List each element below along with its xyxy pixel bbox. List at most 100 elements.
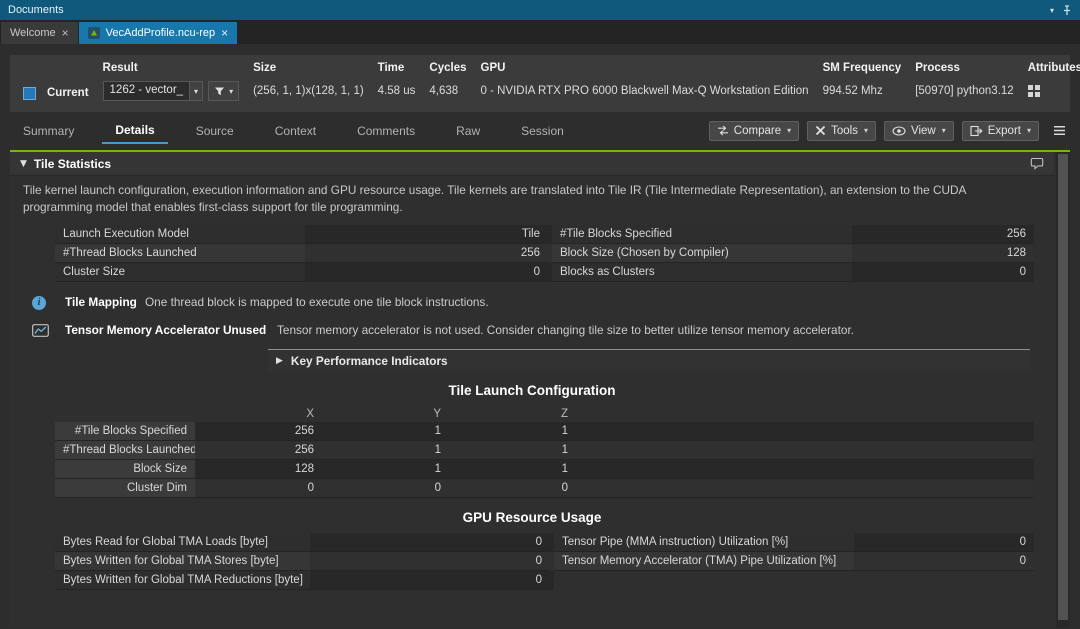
info-icon: i: [32, 296, 46, 310]
column-header-y: Y: [322, 406, 449, 422]
chevron-down-icon: ▾: [864, 126, 868, 135]
cell-y: 1: [322, 441, 449, 460]
scrollbar-thumb[interactable]: [1058, 154, 1068, 620]
resource-label: Bytes Written for Global TMA Reductions …: [55, 571, 310, 590]
tab-context[interactable]: Context: [262, 118, 329, 143]
table-row: #Tile Blocks Specified 256 1 1: [55, 422, 1034, 441]
result-select[interactable]: 1262 - vector_ ▾: [103, 81, 204, 101]
close-icon[interactable]: ×: [221, 27, 228, 39]
cycles-value: 4,638: [429, 81, 466, 101]
cell-x: 128: [195, 460, 322, 479]
table-row: Bytes Read for Global TMA Loads [byte] 0…: [55, 533, 1034, 552]
cell-y: 1: [322, 460, 449, 479]
row-label: Cluster Dim: [55, 479, 195, 498]
tab-source[interactable]: Source: [183, 118, 247, 143]
process-value: [50970] python3.12: [915, 81, 1013, 101]
gpu-label: GPU: [481, 62, 809, 74]
tile-statistics-description: Tile kernel launch configuration, execut…: [10, 176, 1054, 219]
close-icon[interactable]: ×: [62, 27, 69, 39]
time-label: Time: [378, 62, 416, 74]
documents-titlebar: Documents ▾: [0, 0, 1080, 20]
tab-comments[interactable]: Comments: [344, 118, 428, 143]
tab-summary[interactable]: Summary: [10, 118, 87, 143]
resource-value: 0: [310, 552, 550, 571]
column-header-x: X: [195, 406, 322, 422]
attributes-grid-icon[interactable]: [1028, 85, 1040, 97]
result-filter-button[interactable]: ▾: [208, 81, 239, 101]
table-row: #Thread Blocks Launched 256 1 1: [55, 441, 1034, 460]
row-label: Block Size: [55, 460, 195, 479]
tile-statistics-title: Tile Statistics: [34, 157, 111, 171]
current-result-column: Current: [23, 62, 89, 103]
view-label: View: [911, 125, 936, 137]
compare-button[interactable]: Compare ▾: [709, 121, 799, 141]
chevron-down-icon[interactable]: ▾: [229, 87, 233, 96]
cycles-label: Cycles: [429, 62, 466, 74]
stat-value: 256: [852, 225, 1034, 244]
resource-label: Bytes Read for Global TMA Loads [byte]: [55, 533, 310, 552]
comment-bubble-icon[interactable]: [1030, 157, 1044, 170]
document-tab-bar: Welcome × VecAddProfile.ncu-rep ×: [0, 20, 1080, 44]
stat-label: Blocks as Clusters: [552, 263, 852, 282]
attributes-column: Attributes: [1028, 62, 1080, 101]
size-label: Size: [253, 62, 364, 74]
stat-value: Tile: [305, 225, 548, 244]
resource-value: 0: [854, 552, 1034, 571]
chevron-down-icon: ▾: [1027, 126, 1031, 135]
gpu-column: GPU 0 - NVIDIA RTX PRO 6000 Blackwell Ma…: [481, 62, 809, 101]
cell-y: 1: [322, 422, 449, 441]
export-button[interactable]: Export ▾: [962, 121, 1039, 141]
current-checkbox[interactable]: [23, 87, 36, 100]
gpu-resource-usage-table: Bytes Read for Global TMA Loads [byte] 0…: [55, 533, 1034, 590]
time-column: Time 4.58 us: [378, 62, 416, 101]
key-performance-indicators-expander[interactable]: ▶ Key Performance Indicators: [268, 349, 1030, 371]
vertical-scrollbar[interactable]: [1056, 152, 1070, 628]
pin-icon[interactable]: [1062, 5, 1072, 16]
table-row: Bytes Written for Global TMA Stores [byt…: [55, 552, 1034, 571]
tab-welcome[interactable]: Welcome ×: [1, 22, 78, 44]
cell-z: 1: [449, 441, 576, 460]
size-value: (256, 1, 1)x(128, 1, 1): [253, 81, 364, 101]
column-header-z: Z: [449, 406, 576, 422]
tile-statistics-table: Launch Execution Model Tile #Tile Blocks…: [55, 225, 1034, 282]
kpi-label: Key Performance Indicators: [291, 354, 448, 368]
tile-statistics-header[interactable]: ▼ Tile Statistics: [10, 152, 1054, 176]
sm-frequency-column: SM Frequency 994.52 Mhz: [823, 62, 902, 101]
table-row: Cluster Dim 0 0 0: [55, 479, 1034, 498]
view-button[interactable]: View ▾: [884, 121, 954, 141]
sm-frequency-value: 994.52 Mhz: [823, 81, 902, 101]
stat-label: Cluster Size: [55, 263, 305, 282]
tab-raw[interactable]: Raw: [443, 118, 493, 143]
result-select-value: 1262 - vector_: [104, 82, 190, 100]
stat-value: 256: [305, 244, 548, 263]
collapse-triangle-icon[interactable]: ▼: [20, 159, 27, 169]
chevron-down-icon[interactable]: ▾: [1050, 6, 1054, 15]
process-label: Process: [915, 62, 1013, 74]
tools-label: Tools: [831, 125, 858, 137]
report-file-icon: [88, 27, 100, 39]
menu-button[interactable]: [1049, 122, 1070, 139]
tab-session[interactable]: Session: [508, 118, 577, 143]
line-chart-icon: [32, 324, 49, 337]
expand-triangle-icon[interactable]: ▶: [276, 356, 283, 366]
resource-value: 0: [854, 533, 1034, 552]
stat-label: #Thread Blocks Launched: [55, 244, 305, 263]
stat-label: #Tile Blocks Specified: [552, 225, 852, 244]
tile-mapping-text: One thread block is mapped to execute on…: [145, 295, 489, 310]
table-row: Bytes Written for Global TMA Reductions …: [55, 571, 1034, 590]
row-label: #Tile Blocks Specified: [55, 422, 195, 441]
tools-button[interactable]: Tools ▾: [807, 121, 876, 141]
result-toolbar: Current Result 1262 - vector_ ▾ ▾ Size (…: [10, 55, 1070, 112]
chevron-down-icon[interactable]: ▾: [189, 82, 202, 100]
resource-value: 0: [310, 571, 550, 590]
page-tab-strip: Summary Details Source Context Comments …: [10, 116, 1070, 145]
tile-mapping-label: Tile Mapping: [65, 295, 145, 310]
cell-z: 1: [449, 460, 576, 479]
tab-report-label: VecAddProfile.ncu-rep: [106, 27, 215, 39]
resource-label: Tensor Memory Accelerator (TMA) Pipe Uti…: [554, 552, 854, 571]
tab-details[interactable]: Details: [102, 117, 167, 144]
cell-x: 256: [195, 441, 322, 460]
tab-report[interactable]: VecAddProfile.ncu-rep ×: [79, 22, 237, 44]
tools-icon: [815, 125, 826, 136]
resource-value: 0: [310, 533, 550, 552]
